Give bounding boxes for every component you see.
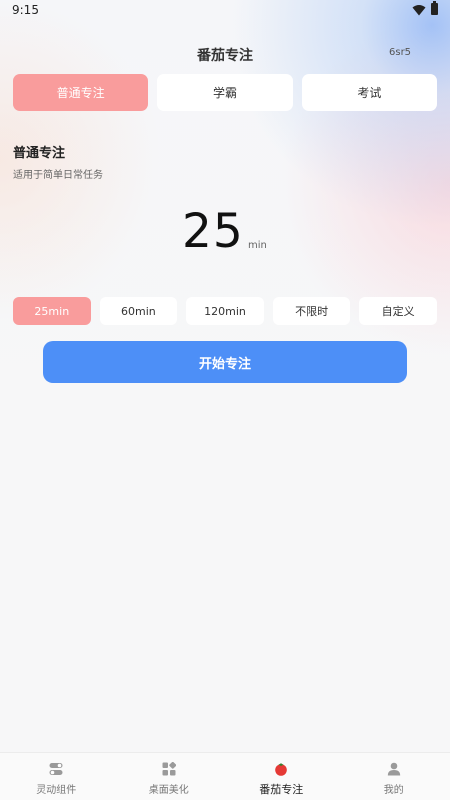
battery-icon [431,1,438,15]
version-label: 6sr5 [389,47,412,58]
nav-label-widgets: 灵动组件 [36,785,77,796]
nav-label-desktop: 桌面美化 [148,785,189,796]
duration-chip-60min[interactable]: 60min [99,297,178,325]
nav-label-mine: 我的 [383,785,404,796]
tab-exam[interactable]: 考试 [301,74,437,111]
bottom-nav: 灵动组件 桌面美化 番茄专注 我的 [0,752,450,800]
nav-label-tomato: 番茄专注 [259,783,304,796]
duration-options: 25min 60min 120min 不限时 自定义 [13,297,437,325]
mode-heading: 普通专注 [13,146,66,161]
duration-chip-120min[interactable]: 120min [186,297,264,325]
nav-item-desktop[interactable]: 桌面美化 [113,753,226,800]
status-bar: 9:15 [0,0,450,22]
duration-chip-custom[interactable]: 自定义 [359,297,437,325]
wifi-icon [412,5,426,16]
page-title: 番茄专注 [197,48,253,64]
tab-normal-focus[interactable]: 普通专注 [13,74,149,111]
status-time: 9:15 [12,3,39,17]
nav-item-mine[interactable]: 我的 [338,753,450,800]
duration-chip-25min[interactable]: 25min [13,297,91,325]
toggle-icon [49,763,63,775]
timer-value: 25 [182,204,244,259]
timer-unit: min [248,240,267,251]
start-focus-button[interactable]: 开始专注 [43,341,407,383]
mode-description: 适用于简单日常任务 [13,170,103,181]
person-icon [387,762,400,776]
duration-chip-unlimited[interactable]: 不限时 [272,297,351,325]
mode-tabs: 普通专注 学霸 考试 [13,74,437,111]
tab-scholar[interactable]: 学霸 [157,74,293,111]
tomato-icon [275,763,288,776]
nav-item-widgets[interactable]: 灵动组件 [0,753,113,800]
nav-item-tomato[interactable]: 番茄专注 [225,753,338,800]
grid-icon [162,762,176,776]
